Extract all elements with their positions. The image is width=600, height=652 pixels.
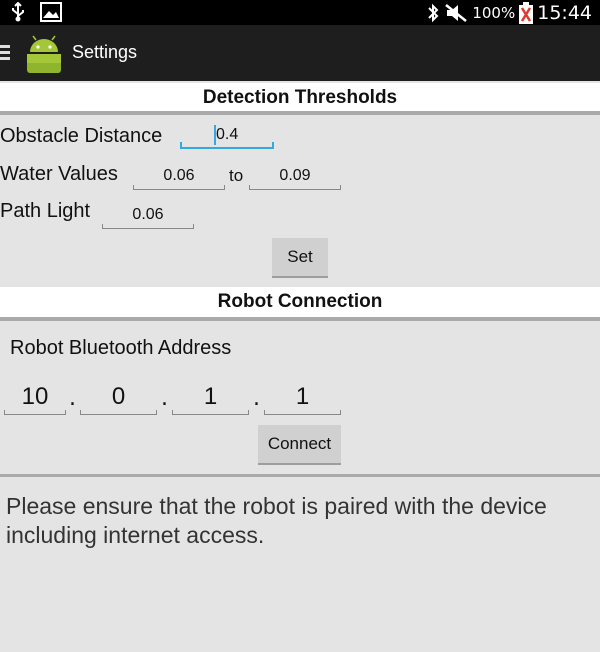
notification-icons [10, 2, 62, 22]
address-octet-2-input[interactable]: 0 [80, 381, 157, 415]
set-button[interactable]: Set [272, 238, 328, 278]
address-octet-4-input[interactable]: 1 [264, 381, 341, 415]
battery-percent: 100% [472, 3, 516, 22]
pairing-notice: Please ensure that the robot is paired w… [6, 493, 547, 548]
address-dot-1: . [69, 386, 76, 411]
usb-icon [12, 2, 24, 22]
menu-icon[interactable] [0, 45, 10, 61]
mute-icon [445, 3, 468, 22]
robot-connection-header: Robot Connection [0, 287, 600, 321]
image-icon [40, 2, 62, 22]
connect-button[interactable]: Connect [258, 425, 341, 465]
water-max-input[interactable]: 0.09 [249, 164, 341, 190]
address-dot-2: . [161, 386, 168, 411]
clock: 15:44 [537, 1, 592, 24]
bluetooth-address-label: Robot Bluetooth Address [10, 337, 232, 359]
obstacle-distance-label: Obstacle Distance [0, 125, 163, 147]
address-dot-3: . [253, 386, 260, 411]
system-icons: 100% 15:44 [426, 0, 592, 25]
battery-icon [519, 1, 534, 24]
action-bar: Settings [0, 25, 600, 81]
app-title: Settings [72, 42, 138, 62]
path-light-input[interactable]: 0.06 [102, 203, 194, 229]
address-octet-3-input[interactable]: 1 [172, 381, 249, 415]
water-to-label: to [229, 166, 244, 185]
path-light-label: Path Light [0, 200, 91, 222]
detection-thresholds-header: Detection Thresholds [0, 83, 600, 115]
obstacle-distance-input[interactable]: 0.4 [180, 123, 274, 149]
status-bar: 100% 15:44 [0, 0, 600, 25]
bluetooth-icon [428, 3, 439, 22]
section-divider [0, 474, 600, 477]
obstacle-distance-value: 0.4 [216, 126, 239, 143]
android-app-icon[interactable] [24, 34, 64, 74]
water-values-label: Water Values [0, 163, 118, 185]
water-min-input[interactable]: 0.06 [133, 164, 225, 190]
address-octet-1-input[interactable]: 10 [4, 381, 66, 415]
